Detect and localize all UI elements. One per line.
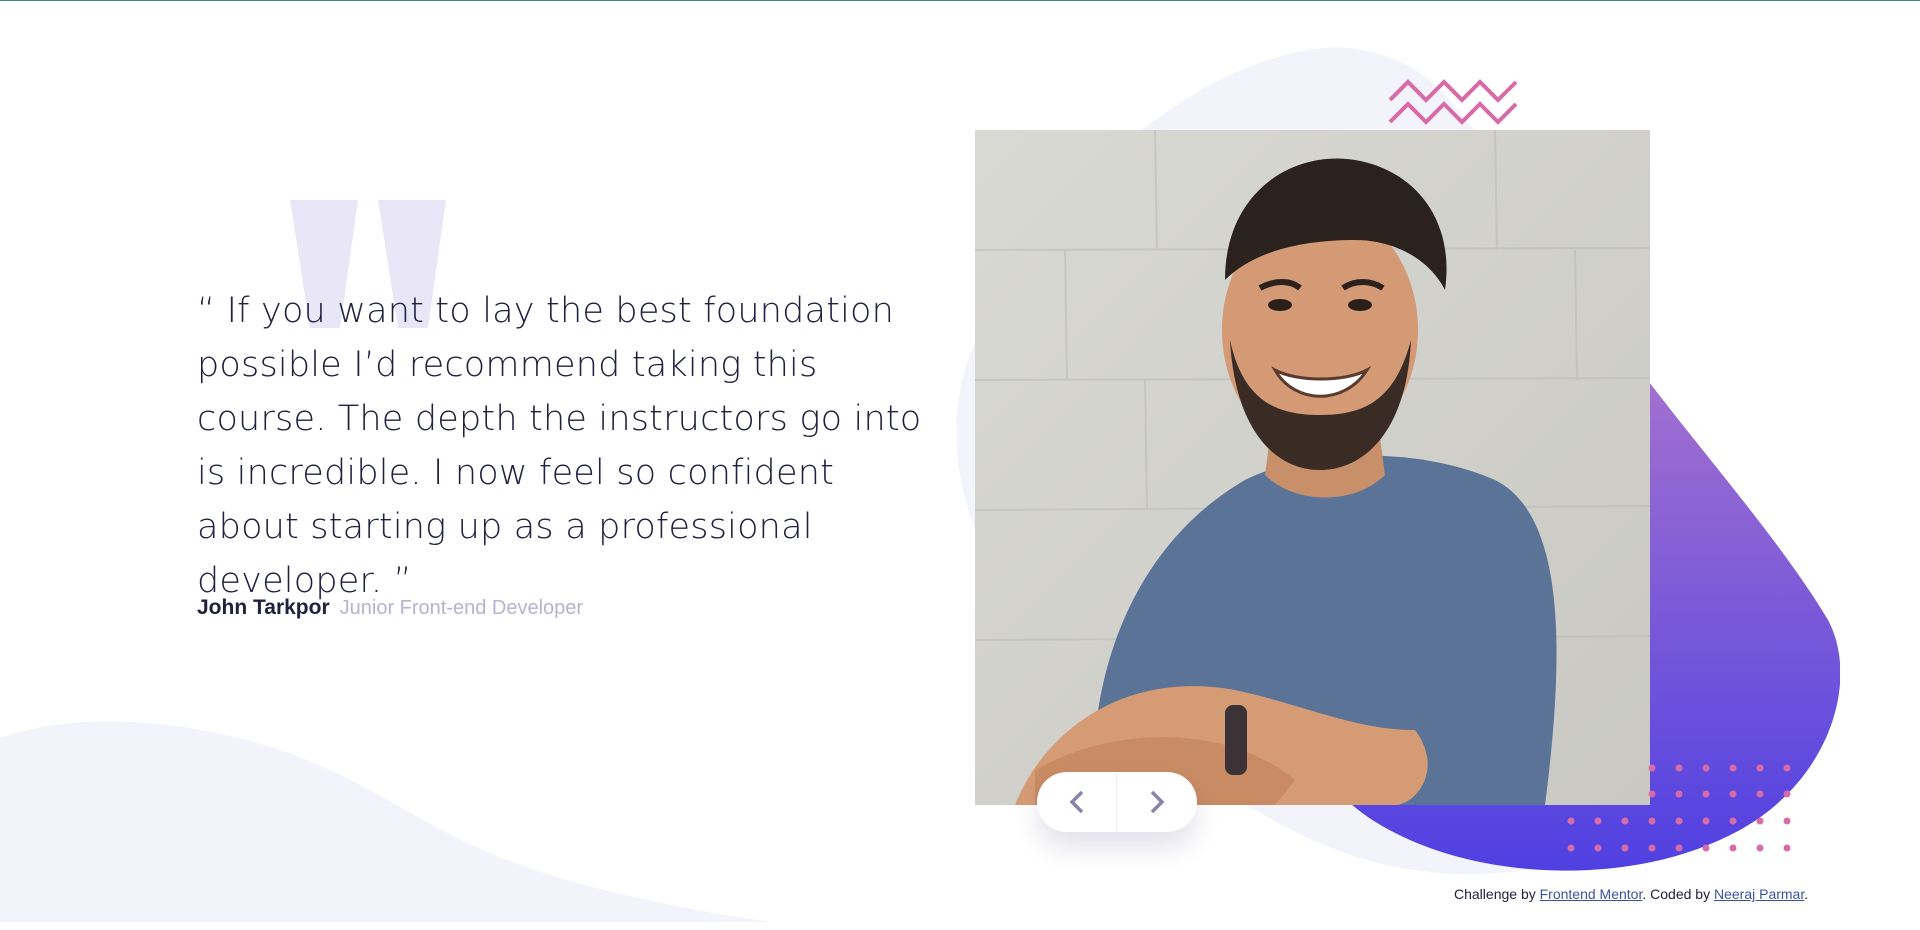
attribution: Challenge by Frontend Mentor. Coded by N…: [1454, 886, 1808, 902]
attribution-prefix: Challenge by: [1454, 886, 1540, 902]
chevron-left-icon: [1069, 790, 1083, 814]
next-button[interactable]: [1117, 772, 1197, 832]
testimonial-author: John Tarkpor Junior Front-end Developer: [197, 596, 583, 620]
author-name: John Tarkpor: [197, 596, 330, 619]
testimonial-photo: [975, 130, 1650, 805]
dot-pattern-icon: [1567, 764, 1791, 852]
top-border-line: [0, 0, 1920, 1]
chevron-right-icon: [1150, 790, 1165, 814]
attribution-middle: . Coded by: [1642, 886, 1714, 902]
author-role: Junior Front-end Developer: [339, 597, 584, 619]
slider-navigation: [1037, 772, 1197, 832]
testimonial-quote: “ If you want to lay the best foundation…: [197, 291, 922, 601]
frontend-mentor-link[interactable]: Frontend Mentor: [1540, 886, 1643, 902]
attribution-suffix: .: [1804, 886, 1809, 902]
zigzag-pattern-icon: [1388, 79, 1518, 125]
previous-button[interactable]: [1037, 772, 1117, 832]
background-wave: [0, 721, 770, 922]
author-profile-link[interactable]: Neeraj Parmar: [1714, 886, 1804, 902]
